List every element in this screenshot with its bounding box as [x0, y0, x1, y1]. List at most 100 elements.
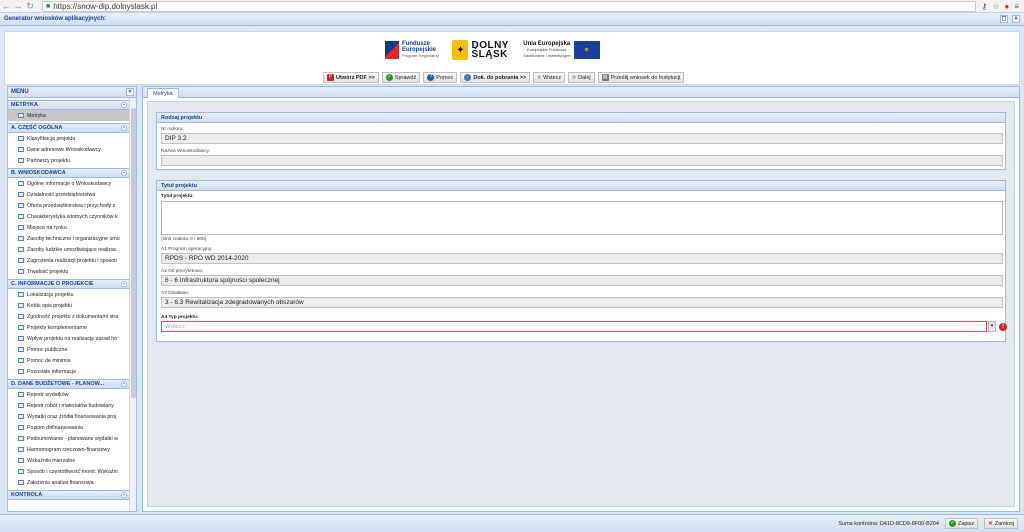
collapse-section-icon[interactable]: ⌃ [121, 492, 127, 498]
close-icon[interactable]: × [1012, 15, 1020, 23]
menu-item-label: Miejsce na rynku [27, 224, 67, 231]
menu-section[interactable]: A. CZĘŚĆ OGÓLNA ⌃ [8, 123, 129, 133]
tab-metryka[interactable]: Metryka [147, 88, 179, 98]
form-icon [18, 469, 24, 474]
menu-item[interactable]: Zagrożenia realizacji projektu i sposob [8, 255, 129, 266]
menu-item[interactable]: Działalność przedsiębiorstwa [8, 189, 129, 200]
menu-item-label: Wydatki oraz źródła finansowania proj [27, 413, 117, 420]
save-button[interactable]: ✓ Zapisz [944, 518, 979, 529]
close-button[interactable]: ✕ Zamknij [984, 518, 1018, 529]
menu-item[interactable]: Charakterystyka istotnych czynników k [8, 211, 129, 222]
menu-item[interactable]: Ogólne informacje o Wnioskodawcy [8, 178, 129, 189]
back-button[interactable]: « Wstecz [533, 72, 566, 83]
check-button[interactable]: ✓ Sprawdź [381, 72, 421, 83]
menu-item[interactable]: Klasyfikacja projektu [8, 133, 129, 144]
form-icon [18, 192, 24, 197]
a4-select[interactable]: Wybierz [161, 321, 987, 332]
collapse-section-icon[interactable]: ⌃ [121, 102, 127, 108]
menu-item[interactable]: Pomoc de minimis [8, 355, 129, 366]
unia-europejska-logo: Unia Europejska Europejskie Fundusze Str… [523, 41, 600, 59]
menu-item[interactable]: Projekty komplementarne [8, 322, 129, 333]
menu-item[interactable]: Trwałość projektu [8, 266, 129, 277]
address-bar[interactable]: ■ https://snow-dip.dolnyslask.pl [42, 0, 977, 12]
menu-item[interactable]: Harmonogram rzeczowo-finansowy [8, 444, 129, 455]
sidebar-scrollbar[interactable] [129, 98, 136, 511]
form-icon [18, 247, 24, 252]
menu-item[interactable]: Metryka [8, 110, 129, 121]
menu-item[interactable]: Wskaźniki mierzalne [8, 455, 129, 466]
next-button[interactable]: » Dalej [568, 72, 595, 83]
menu-item[interactable]: Pomoc publiczna [8, 344, 129, 355]
back-arrow-icon[interactable]: ← [0, 0, 12, 12]
restore-icon[interactable]: ◻ [1000, 15, 1008, 23]
menu-item-label: Ogólne informacje o Wnioskodawcy [27, 180, 112, 187]
menu-item-label: Poziom dofinansowania [27, 424, 83, 431]
menu-item[interactable]: Oferta przedsiębiorstwa i przychody z [8, 200, 129, 211]
menu-item-label: Partnerzy projektu [27, 157, 70, 164]
a4-label: A4 Typ projektu: [161, 315, 199, 320]
menu-item[interactable]: Zasoby techniczne i organizacyjne umo [8, 233, 129, 244]
tytul-textarea[interactable] [161, 201, 1003, 235]
main-panel: Metryka Rodzaj projektu Nr naboru: DIP 3… [142, 86, 1020, 512]
menu-item-label: Charakterystyka istotnych czynników k [27, 213, 118, 220]
collapse-section-icon[interactable]: ⌃ [121, 170, 127, 176]
opera-icon[interactable]: ● [1004, 2, 1009, 11]
menu-item[interactable]: Pozostałe informacje [8, 366, 129, 377]
menu-item[interactable]: Miejsce na rynku [8, 222, 129, 233]
a2-label: A2 Oś priorytetowa: [161, 269, 204, 274]
menu-item[interactable]: Partnerzy projektu [8, 155, 129, 166]
menu-item[interactable]: Założenia analiza finansowa [8, 477, 129, 488]
key-icon[interactable]: ⚷ [981, 2, 987, 11]
help-icon: ? [427, 74, 435, 81]
menu-item[interactable]: Rejestr wydatków [8, 389, 129, 400]
menu-item[interactable]: Dane adresowe Wnioskodawcy [8, 144, 129, 155]
documents-button[interactable]: ↓ Dok. do pobrania >> [460, 72, 531, 83]
pdf-icon: P [327, 74, 334, 81]
fe-sub: Program Regionalny [402, 53, 439, 58]
menu-item[interactable]: Krótki opis projektu [8, 300, 129, 311]
menu-item[interactable]: Wydatki oraz źródła finansowania proj [8, 411, 129, 422]
nabor-field: DIP 3.2 [161, 133, 1003, 144]
forward-arrow-icon[interactable]: → [12, 0, 24, 12]
dolny-slask-logo: ✦ DOLNY ŚLĄSK [452, 40, 509, 60]
form-icon [18, 314, 24, 319]
send-application-button[interactable]: ▤ Prześlij wniosek do Instytucji [597, 72, 685, 83]
menu-item[interactable]: Podsumowanie - planowane wydatki w [8, 433, 129, 444]
help-button[interactable]: ? Pomoc [423, 72, 458, 83]
chevron-down-icon[interactable]: ▾ [988, 321, 996, 332]
star-icon[interactable]: ☆ [992, 2, 999, 11]
scrollbar-thumb[interactable] [131, 108, 136, 398]
form-icon [18, 136, 24, 141]
menu-item-label: Założenia analiza finansowa [27, 479, 94, 486]
collapse-section-icon[interactable]: ⌃ [121, 125, 127, 131]
form-icon [18, 358, 24, 363]
form-icon [18, 369, 24, 374]
menu-section-title: A. CZĘŚĆ OGÓLNA [11, 125, 63, 131]
menu-item[interactable]: Zasoby ludzkie umożliwiające realizac [8, 244, 129, 255]
menu-item[interactable]: Lokalizacja projektu [8, 289, 129, 300]
panel-title: Tytuł projektu [157, 181, 1005, 191]
menu-item[interactable]: Wpływ projektu na realizację zasad ho [8, 333, 129, 344]
form-icon [18, 269, 24, 274]
collapse-section-icon[interactable]: ⌃ [121, 381, 127, 387]
menu-section-title: D. DANE BUDŻETOWE - PLANOW... [11, 381, 105, 387]
menu-item[interactable]: Poziom dofinansowania [8, 422, 129, 433]
create-pdf-button[interactable]: P Utwórz PDF >> [323, 72, 379, 83]
status-bar: Suma kontrolna: D41D-8CD9-8F00-B204 ✓ Za… [0, 514, 1024, 532]
wnioskodawca-label: Nazwa Wnioskodawcy: [161, 149, 211, 154]
menu-item[interactable]: Sposób i częstotliwość monit. Wskaźni [8, 466, 129, 477]
menu-item[interactable]: Zgodność projektu z dokumentami stra [8, 311, 129, 322]
menu-item[interactable]: Rejestr robót i materiałów budowlany [8, 400, 129, 411]
menu-section[interactable]: D. DANE BUDŻETOWE - PLANOW... ⌃ [8, 379, 129, 389]
reload-icon[interactable]: ↻ [24, 0, 36, 12]
menu-section[interactable]: METRYKA ⌃ [8, 100, 129, 110]
collapse-menu-icon[interactable]: « [126, 88, 134, 96]
menu-section[interactable]: C. INFORMACJE O PROJEKCIE ⌃ [8, 279, 129, 289]
menu-section[interactable]: KONTROLA ⌃ [8, 490, 129, 500]
menu-item-label: Zasoby techniczne i organizacyjne umo [27, 235, 120, 242]
menu-icon[interactable]: ≡ [1014, 2, 1019, 11]
menu-section[interactable]: B. WNIOSKODAWCA ⌃ [8, 168, 129, 178]
menu-header: MENU « [8, 87, 136, 98]
collapse-section-icon[interactable]: ⌃ [121, 281, 127, 287]
form-icon [18, 181, 24, 186]
